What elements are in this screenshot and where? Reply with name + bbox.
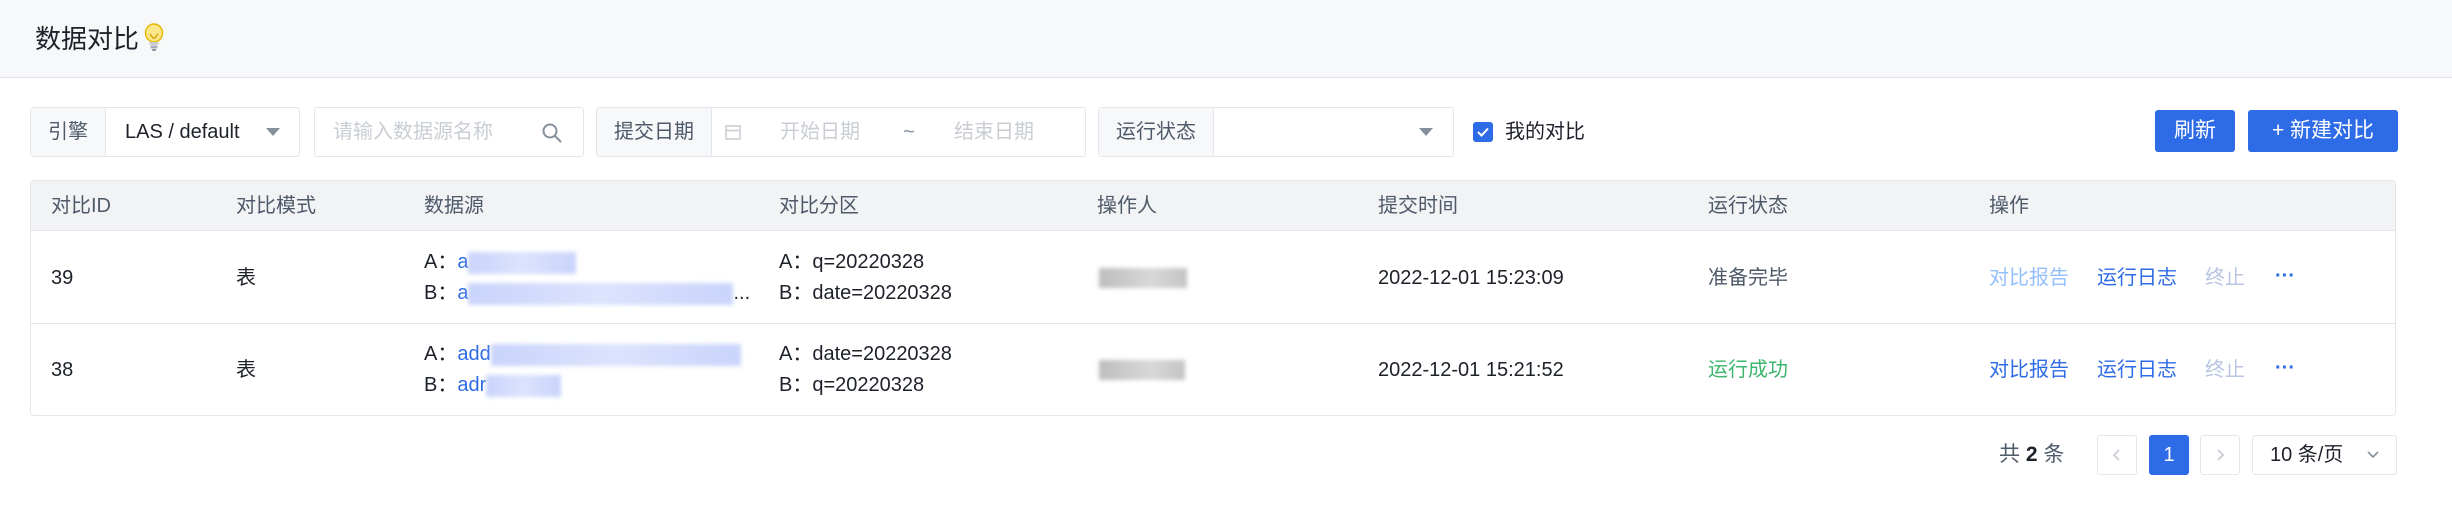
row-partition: A：date=20220328 B：q=20220328 <box>779 339 952 401</box>
page-button-1[interactable]: 1 <box>2149 435 2189 475</box>
redacted-text <box>486 374 562 397</box>
chevron-left-icon <box>2112 449 2120 461</box>
bulb-icon <box>144 23 164 51</box>
row-id: 39 <box>51 267 74 289</box>
row-mode: 表 <box>236 267 256 289</box>
operator-redacted <box>1099 360 1185 380</box>
column-header-actions: 操作 <box>1989 195 2029 217</box>
engine-select[interactable]: 引擎 LAS / default <box>30 107 300 157</box>
datasource-b-link[interactable]: adr <box>457 374 486 396</box>
chevron-down-icon <box>1419 128 1433 136</box>
column-header-partition: 对比分区 <box>779 195 859 217</box>
search-icon[interactable] <box>541 122 563 144</box>
datasource-a-link[interactable]: a <box>457 251 468 273</box>
column-header-status: 运行状态 <box>1708 195 1788 217</box>
status-select[interactable]: 运行状态 <box>1098 107 1454 157</box>
column-header-operator: 操作人 <box>1097 195 1157 217</box>
date-end-input[interactable]: 结束日期 <box>954 108 1034 156</box>
page-title: 数据对比 <box>35 24 140 54</box>
column-header-id: 对比ID <box>51 195 111 217</box>
datasource-b[interactable]: B：adr <box>424 370 741 401</box>
page-size-select[interactable]: 10 条/页 <box>2252 435 2397 475</box>
table-row: 39 表 A：a B：a... A：q=20220328 B：date=2022… <box>31 232 2395 324</box>
partition-a: A：date=20220328 <box>779 343 952 365</box>
compare-report-link[interactable]: 对比报告 <box>1989 263 2069 293</box>
compare-table: 对比ID 对比模式 数据源 对比分区 操作人 提交时间 运行状态 操作 39 表… <box>30 180 2396 416</box>
column-header-mode: 对比模式 <box>236 195 316 217</box>
page-header: 数据对比 <box>0 0 2452 78</box>
table-header: 对比ID 对比模式 数据源 对比分区 操作人 提交时间 运行状态 操作 <box>31 181 2395 231</box>
datasource-b-link[interactable]: a <box>457 282 468 304</box>
row-id: 38 <box>51 359 74 381</box>
calendar-icon <box>725 125 741 140</box>
redacted-text <box>468 282 734 305</box>
datasource-b[interactable]: B：a... <box>424 278 750 309</box>
operator-redacted <box>1099 268 1187 288</box>
engine-label: 引擎 <box>31 108 106 156</box>
partition-b: B：q=20220328 <box>779 374 925 396</box>
row-status: 运行成功 <box>1708 359 1788 381</box>
total-count: 2 <box>2025 443 2038 466</box>
column-header-submit-time: 提交时间 <box>1378 195 1458 217</box>
next-page-button[interactable] <box>2200 435 2240 475</box>
page-size-value: 10 条/页 <box>2270 444 2344 466</box>
column-header-datasource: 数据源 <box>424 195 484 217</box>
chevron-down-icon <box>266 128 280 136</box>
redacted-text <box>490 343 741 366</box>
more-icon[interactable]: ··· <box>2275 261 2295 291</box>
refresh-button[interactable]: 刷新 <box>2155 110 2235 152</box>
check-icon <box>1477 127 1489 137</box>
row-submit-time: 2022-12-01 15:23:09 <box>1378 267 1564 289</box>
prev-page-button[interactable] <box>2097 435 2137 475</box>
row-mode: 表 <box>236 359 256 381</box>
new-compare-button[interactable]: + 新建对比 <box>2248 110 2398 152</box>
date-label: 提交日期 <box>597 108 712 156</box>
datasource-search[interactable]: 请输入数据源名称 <box>314 107 584 157</box>
row-datasource: A：a B：a... <box>424 247 750 309</box>
more-icon[interactable]: ··· <box>2275 353 2295 383</box>
date-start-input[interactable]: 开始日期 <box>780 108 860 156</box>
run-log-link[interactable]: 运行日志 <box>2097 263 2177 293</box>
submit-date-range[interactable]: 提交日期 开始日期 ~ 结束日期 <box>596 107 1086 157</box>
row-datasource: A：add B：adr <box>424 339 741 401</box>
partition-b: B：date=20220328 <box>779 282 952 304</box>
date-separator: ~ <box>903 121 915 143</box>
stop-link[interactable]: 终止 <box>2205 355 2245 385</box>
datasource-search-placeholder: 请输入数据源名称 <box>333 121 493 143</box>
stop-link[interactable]: 终止 <box>2205 263 2245 293</box>
row-partition: A：q=20220328 B：date=20220328 <box>779 247 952 309</box>
chevron-right-icon <box>2217 449 2225 461</box>
chevron-down-icon <box>2367 451 2379 459</box>
row-submit-time: 2022-12-01 15:21:52 <box>1378 359 1564 381</box>
compare-report-link[interactable]: 对比报告 <box>1989 355 2069 385</box>
partition-a: A：q=20220328 <box>779 251 925 273</box>
datasource-a[interactable]: A：add <box>424 339 741 370</box>
pagination-total: 共 2 条 <box>1999 443 2065 466</box>
status-label: 运行状态 <box>1099 108 1214 156</box>
run-log-link[interactable]: 运行日志 <box>2097 355 2177 385</box>
table-row: 38 表 A：add B：adr A：date=20220328 B：q=202… <box>31 324 2395 415</box>
my-compare-label[interactable]: 我的对比 <box>1505 118 1585 146</box>
my-compare-checkbox[interactable] <box>1473 122 1493 142</box>
engine-value: LAS / default <box>125 121 240 143</box>
datasource-a-link[interactable]: add <box>457 343 490 365</box>
row-status: 准备完毕 <box>1708 267 1788 289</box>
redacted-text <box>468 251 577 274</box>
datasource-a[interactable]: A：a <box>424 247 750 278</box>
